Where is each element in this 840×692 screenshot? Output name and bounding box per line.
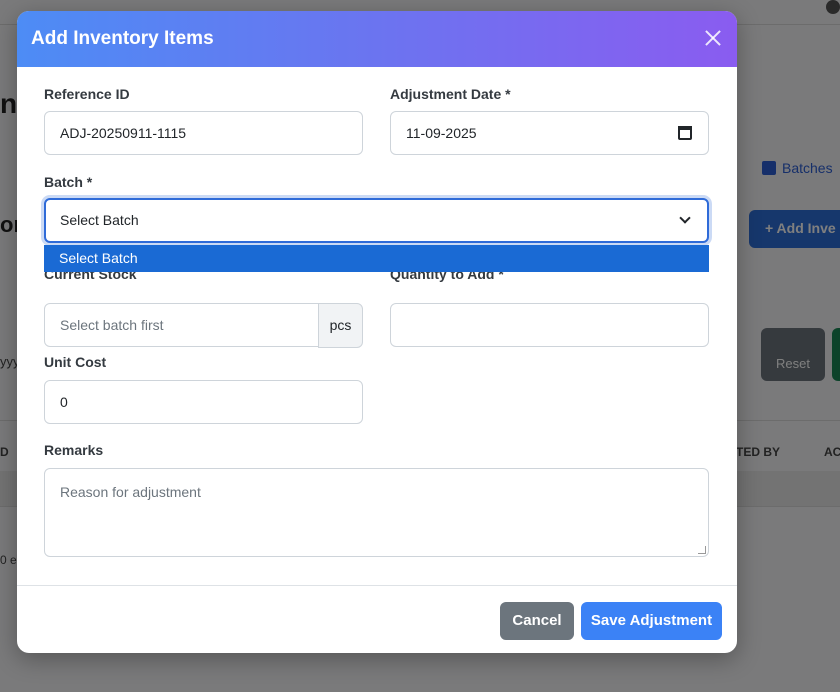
adjustment-date-input[interactable]: 11-09-2025 <box>390 111 709 155</box>
calendar-icon[interactable] <box>678 126 692 140</box>
current-stock-input[interactable]: Select batch first <box>44 303 319 347</box>
modal-header: Add Inventory Items <box>17 11 737 67</box>
modal-title: Add Inventory Items <box>31 28 214 49</box>
unit-cost-input[interactable]: 0 <box>44 380 363 424</box>
modal-body: Reference ID ADJ-20250911-1115 Adjustmen… <box>17 67 737 585</box>
adjustment-date-label: Adjustment Date * <box>390 86 511 102</box>
batch-label: Batch * <box>44 174 93 190</box>
remarks-label: Remarks <box>44 442 104 458</box>
adjustment-date-value: 11-09-2025 <box>406 125 477 141</box>
remarks-placeholder: Reason for adjustment <box>60 484 201 500</box>
current-stock-placeholder: Select batch first <box>60 317 164 333</box>
batch-select-value: Select Batch <box>60 212 139 228</box>
modal-footer: Cancel Save Adjustment <box>17 585 737 653</box>
close-icon[interactable] <box>703 28 723 48</box>
cancel-button[interactable]: Cancel <box>500 602 574 640</box>
unit-addon: pcs <box>318 303 363 348</box>
resize-handle-icon[interactable] <box>698 546 706 554</box>
unit-cost-label: Unit Cost <box>44 354 107 370</box>
batch-select[interactable]: Select Batch <box>44 198 709 243</box>
save-adjustment-button[interactable]: Save Adjustment <box>581 602 722 640</box>
reference-id-label: Reference ID <box>44 86 130 102</box>
batch-dropdown-option[interactable]: Select Batch <box>44 245 709 272</box>
unit-cost-value: 0 <box>60 394 68 410</box>
reference-id-input[interactable]: ADJ-20250911-1115 <box>44 111 363 155</box>
remarks-textarea[interactable]: Reason for adjustment <box>44 468 709 557</box>
add-inventory-modal: Add Inventory Items Reference ID ADJ-202… <box>17 11 737 653</box>
chevron-down-icon <box>679 212 691 224</box>
quantity-to-add-input[interactable] <box>390 303 709 347</box>
batch-option-label: Select Batch <box>59 250 138 266</box>
reference-id-value: ADJ-20250911-1115 <box>60 125 187 141</box>
